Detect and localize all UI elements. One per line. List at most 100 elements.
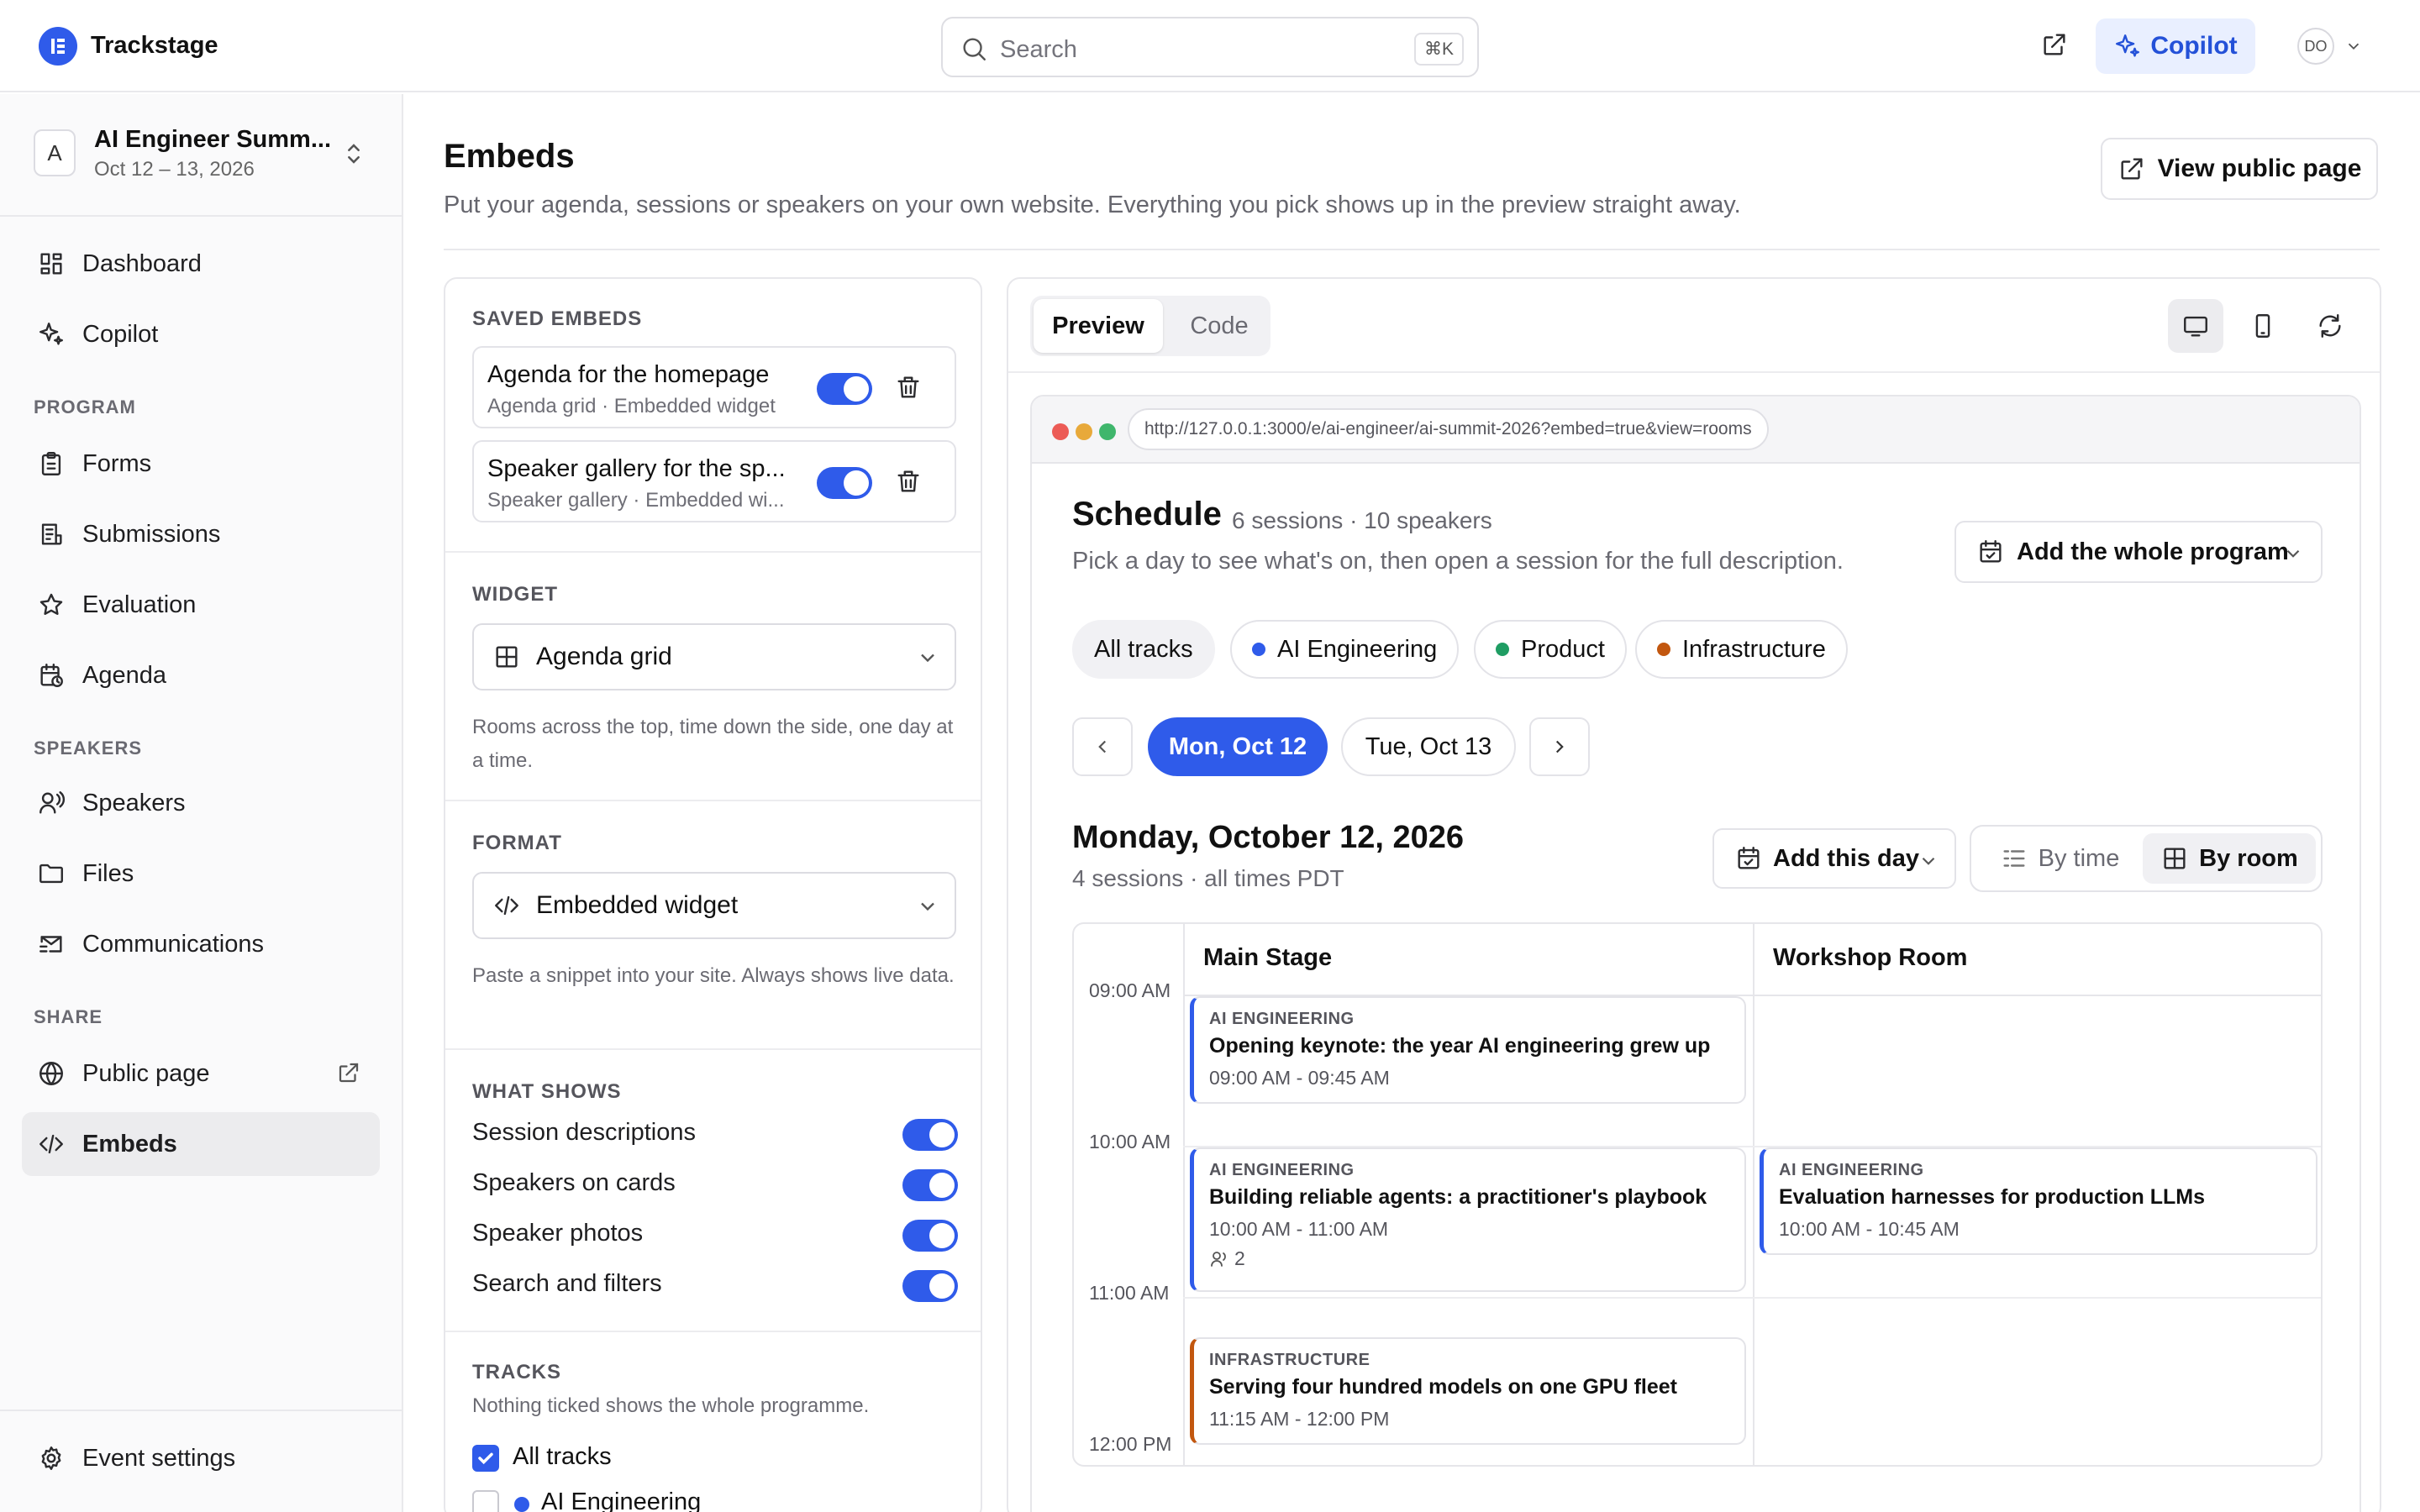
sidebar-item-communications[interactable]: Communications — [22, 912, 380, 976]
view-by-time-button[interactable]: By time — [1980, 833, 2139, 884]
track-filter-product[interactable]: Product — [1474, 620, 1627, 679]
saved-embed-toggle[interactable] — [817, 373, 872, 405]
format-select[interactable]: Embedded widget — [472, 872, 956, 939]
sidebar-item-submissions[interactable]: Submissions — [22, 502, 380, 566]
chevron-down-icon — [921, 654, 934, 663]
calendar-check-icon — [1738, 847, 1760, 869]
option-label: Search and filters — [472, 1270, 662, 1297]
section-label: FORMAT — [472, 832, 562, 854]
document-list-icon — [41, 523, 62, 545]
saved-embed-item[interactable]: Agenda for the homepage Agenda grid · Em… — [472, 346, 956, 428]
open-external-button[interactable] — [2040, 30, 2069, 59]
track-filter-all[interactable]: All tracks — [1072, 620, 1215, 679]
format-section: FORMAT Embedded widget Paste a snippet i… — [445, 801, 981, 1050]
widget-select[interactable]: Agenda grid — [472, 623, 956, 690]
track-filter-infrastructure[interactable]: Infrastructure — [1635, 620, 1848, 679]
saved-embed-toggle[interactable] — [817, 467, 872, 499]
tab-preview[interactable]: Preview — [1034, 299, 1163, 353]
sidebar-item-label: Public page — [82, 1059, 210, 1087]
sidebar-item-evaluation[interactable]: Evaluation — [22, 573, 380, 637]
time-label: 12:00 PM — [1089, 1433, 1172, 1455]
sidebar-item-event-settings[interactable]: Event settings — [22, 1426, 380, 1490]
widget-select-value: Agenda grid — [536, 643, 672, 670]
tab-code[interactable]: Code — [1173, 299, 1265, 353]
section-heading-speakers: SPEAKERS — [34, 738, 143, 759]
session-time: 10:00 AM - 11:00 AM — [1209, 1218, 1389, 1240]
preview-url[interactable]: http://127.0.0.1:3000/e/ai-engineer/ai-s… — [1128, 408, 1769, 450]
option-speaker-photos[interactable]: Speaker photos — [472, 1220, 958, 1253]
brand-name[interactable]: Trackstage — [91, 32, 218, 60]
grid-hour-line — [1183, 1297, 2321, 1299]
copilot-button[interactable]: Copilot — [2096, 18, 2255, 74]
sidebar-item-label: Submissions — [82, 520, 221, 548]
session-time: 10:00 AM - 10:45 AM — [1779, 1218, 1960, 1240]
day-tab-mon[interactable]: Mon, Oct 12 — [1148, 717, 1328, 776]
section-label: SAVED EMBEDS — [472, 307, 643, 330]
external-link-icon — [339, 1063, 359, 1083]
delete-embed-button[interactable] — [894, 373, 923, 402]
star-icon — [39, 593, 63, 615]
mobile-view-button[interactable] — [2235, 299, 2291, 353]
sidebar-item-embeds[interactable]: Embeds — [22, 1112, 380, 1176]
session-speaker-count: 2 — [1209, 1247, 1744, 1270]
external-link-icon — [2044, 34, 2065, 55]
refresh-preview-button[interactable] — [2302, 299, 2358, 353]
option-search-and-filters[interactable]: Search and filters — [472, 1270, 958, 1304]
day-tab-tue[interactable]: Tue, Oct 13 — [1341, 717, 1516, 776]
saved-embeds-section: SAVED EMBEDS Agenda for the homepage Age… — [445, 279, 981, 553]
widget-section: WIDGET Agenda grid Rooms across the top,… — [445, 553, 981, 801]
sidebar-item-speakers[interactable]: Speakers — [22, 771, 380, 835]
sidebar-item-forms[interactable]: Forms — [22, 432, 380, 496]
format-help: Paste a snippet into your site. Always s… — [472, 964, 955, 987]
add-this-day-button[interactable]: Add this day — [1712, 828, 1956, 889]
option-toggle[interactable] — [902, 1119, 958, 1151]
track-checkbox-ai-engineering[interactable] — [472, 1490, 499, 1512]
saved-embed-item[interactable]: Speaker gallery for the sp... Speaker ga… — [472, 440, 956, 522]
sidebar-item-agenda[interactable]: Agenda — [22, 643, 380, 707]
trackstage-logo-icon[interactable] — [39, 27, 77, 66]
option-toggle[interactable] — [902, 1169, 958, 1201]
time-label: 09:00 AM — [1089, 979, 1171, 1001]
option-speakers-on-cards[interactable]: Speakers on cards — [472, 1169, 958, 1203]
section-label: WHAT SHOWS — [472, 1080, 622, 1103]
next-day-button[interactable] — [1529, 717, 1590, 776]
search-input[interactable]: Search ⌘K — [941, 17, 1479, 77]
sidebar-item-label: Evaluation — [82, 591, 197, 618]
option-session-descriptions[interactable]: Session descriptions — [472, 1119, 958, 1152]
format-select-value: Embedded widget — [536, 891, 739, 919]
preview-toolbar-divider — [1008, 371, 2380, 373]
sidebar-item-copilot[interactable]: Copilot — [22, 302, 380, 366]
track-color-dot — [1496, 643, 1509, 656]
option-toggle[interactable] — [902, 1220, 958, 1252]
chevron-down-icon — [2286, 549, 2300, 558]
sidebar-item-public-page[interactable]: Public page — [22, 1042, 380, 1105]
session-card[interactable]: INFRASTRUCTURE Serving four hundred mode… — [1190, 1337, 1746, 1445]
account-menu-chevron[interactable] — [2344, 37, 2363, 55]
room-header-main-stage: Main Stage — [1203, 944, 1333, 971]
event-switcher[interactable]: A AI Engineer Summ... Oct 12 – 13, 2026 — [0, 94, 402, 217]
view-by-room-label: By room — [2199, 844, 2298, 872]
session-track: INFRASTRUCTURE — [1209, 1351, 1370, 1369]
add-day-label: Add this day — [1773, 844, 1920, 872]
session-track: AI ENGINEERING — [1209, 1161, 1355, 1179]
calendar-check-icon — [1980, 540, 2002, 563]
track-color-dot — [1252, 643, 1265, 656]
add-whole-program-button[interactable]: Add the whole program — [1954, 521, 2323, 583]
session-card[interactable]: AI ENGINEERING Building reliable agents:… — [1190, 1147, 1746, 1292]
folder-icon — [39, 864, 63, 884]
session-card[interactable]: AI ENGINEERING Evaluation harnesses for … — [1760, 1147, 2317, 1255]
session-card[interactable]: AI ENGINEERING Opening keynote: the year… — [1190, 996, 1746, 1104]
previous-day-button[interactable] — [1072, 717, 1133, 776]
view-by-room-button[interactable]: By room — [2143, 833, 2316, 884]
track-checkbox-all[interactable] — [472, 1445, 499, 1472]
track-filter-ai-engineering[interactable]: AI Engineering — [1230, 620, 1460, 679]
view-public-page-button[interactable]: View public page — [2101, 138, 2378, 200]
option-label: Session descriptions — [472, 1119, 696, 1146]
desktop-view-button[interactable] — [2168, 299, 2223, 353]
delete-embed-button[interactable] — [894, 467, 923, 496]
avatar[interactable]: DO — [2297, 28, 2334, 65]
option-toggle[interactable] — [902, 1270, 958, 1302]
globe-icon — [39, 1062, 63, 1085]
sidebar-item-files[interactable]: Files — [22, 842, 380, 906]
sidebar-item-dashboard[interactable]: Dashboard — [22, 232, 380, 296]
